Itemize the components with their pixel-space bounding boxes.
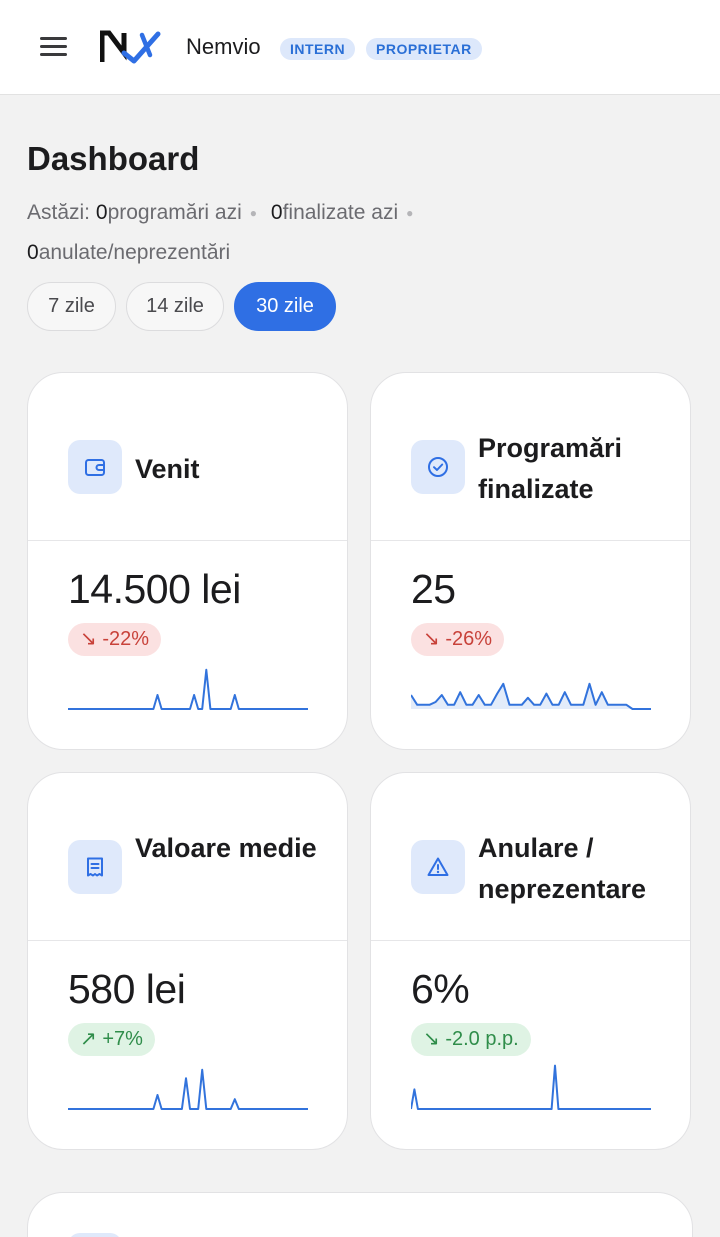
page-title: Dashboard bbox=[27, 140, 200, 177]
warning-icon bbox=[411, 840, 465, 894]
nemvio-logo bbox=[100, 30, 161, 64]
card-header: Valoare medie bbox=[28, 773, 347, 941]
today-completed-label: finalizate azi bbox=[282, 201, 399, 224]
card-title: Programări finalizate bbox=[478, 433, 623, 504]
sparkline-line bbox=[68, 1068, 308, 1110]
top-bar: Nemvio INTERN PROPRIETAR bbox=[0, 0, 720, 95]
card-title: Anulare / neprezentare bbox=[478, 833, 647, 904]
sparkline-chart bbox=[411, 1064, 651, 1110]
today-cancelled-label: anulate/neprezentări bbox=[38, 241, 231, 265]
card-icon bbox=[68, 1233, 122, 1237]
today-label: Astăzi: bbox=[27, 201, 91, 224]
revenue-card[interactable]: Venit 14.500 lei ↘ -22% bbox=[27, 372, 348, 750]
card-value: 25 bbox=[411, 566, 456, 612]
receipt-icon bbox=[68, 840, 122, 894]
completed-appointments-card[interactable]: Programări finalizate 25 ↘ -26% bbox=[370, 372, 691, 750]
sparkline-line bbox=[68, 668, 308, 710]
brand-name: Nemvio bbox=[186, 34, 261, 59]
today-summary: Astăzi: 0programări azi ● 0finalizate azi… bbox=[27, 193, 507, 273]
role-badge-intern: INTERN bbox=[280, 38, 356, 60]
average-value-card[interactable]: Valoare medie 580 lei ↗ +7% bbox=[27, 772, 348, 1150]
today-appointments-label: programări azi bbox=[107, 201, 242, 224]
card-title: Valoare medie bbox=[135, 833, 317, 863]
card-value: 580 lei bbox=[68, 966, 186, 1012]
sparkline-chart bbox=[68, 668, 308, 710]
card-header: Programări finalizate bbox=[371, 373, 690, 541]
range-14-days-button[interactable]: 14 zile bbox=[126, 282, 224, 331]
separator-dot: ● bbox=[249, 206, 258, 221]
wallet-icon bbox=[68, 440, 122, 494]
trend-badge: ↘ -2.0 p.p. bbox=[411, 1023, 531, 1056]
card-title: Venit bbox=[135, 454, 200, 484]
role-badge-proprietar: PROPRIETAR bbox=[366, 38, 482, 60]
range-30-days-button[interactable]: 30 zile bbox=[234, 282, 336, 331]
next-card[interactable] bbox=[27, 1192, 693, 1237]
sparkline-line bbox=[411, 1064, 651, 1110]
trend-badge: ↘ -26% bbox=[411, 623, 505, 656]
card-header: Anulare / neprezentare bbox=[371, 773, 690, 941]
menu-icon[interactable] bbox=[40, 37, 67, 57]
card-value: 14.500 lei bbox=[68, 566, 241, 612]
sparkline-chart bbox=[68, 1068, 308, 1110]
trend-badge: ↗ +7% bbox=[68, 1023, 155, 1056]
today-completed-count: 0 bbox=[270, 201, 283, 224]
sparkline-chart bbox=[411, 682, 651, 710]
today-cancelled-count: 0 bbox=[27, 241, 39, 265]
card-header: Venit bbox=[28, 373, 347, 541]
range-7-days-button[interactable]: 7 zile bbox=[27, 282, 116, 331]
card-value: 6% bbox=[411, 966, 470, 1012]
check-circle-icon bbox=[411, 440, 465, 494]
cancellation-rate-card[interactable]: Anulare / neprezentare 6% ↘ -2.0 p.p. bbox=[370, 772, 691, 1150]
today-appointments-count: 0 bbox=[95, 201, 108, 224]
separator-dot: ● bbox=[406, 206, 414, 221]
trend-badge: ↘ -22% bbox=[68, 623, 162, 656]
